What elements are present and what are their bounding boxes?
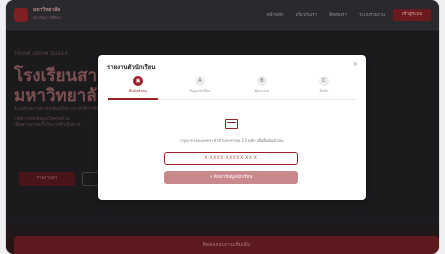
report-modal: รายงานตัวนักเรียน × ▣ ยืนยันตัวตน A ข้อม… bbox=[98, 55, 366, 200]
step-verify-icon: ▣ bbox=[133, 76, 143, 86]
stepper: ▣ ยืนยันตัวตน A ข้อมูลนักเรียน B ผู้ปกคร… bbox=[108, 76, 356, 100]
id-card-icon bbox=[225, 119, 238, 129]
step-guardian-icon: B bbox=[257, 76, 267, 86]
citizen-id-input[interactable]: X-XXXX-XXXXX-XX-X bbox=[164, 152, 298, 165]
close-icon[interactable]: × bbox=[353, 61, 358, 68]
nav-link-about[interactable]: เกี่ยวกับเรา bbox=[296, 11, 318, 18]
footer-contact-bar[interactable]: ติดต่อสอบถามเพิ่มเติม bbox=[14, 236, 439, 254]
hero-description-1: ระบบรายงานตัวนักเรียนใหม่ ประจำปีการศึกษ… bbox=[14, 107, 105, 112]
footer-contact-label: ติดต่อสอบถามเพิ่มเติม bbox=[202, 242, 251, 248]
nav-link-report[interactable]: ระบบรายงาน bbox=[359, 11, 385, 18]
nav-link-home[interactable]: หน้าหลัก bbox=[267, 11, 284, 18]
search-button-label: ค้นหาข้อมูลนักเรียน bbox=[213, 175, 253, 180]
nav-links: หน้าหลัก เกี่ยวกับเรา ติดต่อเรา ระบบรายง… bbox=[267, 11, 385, 18]
step-confirm[interactable]: C ยืนยัน bbox=[294, 76, 354, 94]
step-student-icon: A bbox=[195, 76, 205, 86]
step-student-label: ข้อมูลนักเรียน bbox=[189, 89, 211, 93]
step-verify-label: ยืนยันตัวตน bbox=[129, 89, 147, 93]
step-guardian-label: ผู้ปกครอง bbox=[254, 89, 270, 93]
university-logo-icon[interactable] bbox=[14, 8, 28, 22]
step-guardian[interactable]: B ผู้ปกครอง bbox=[232, 76, 292, 94]
step-verify[interactable]: ▣ ยืนยันตัวตน bbox=[108, 76, 168, 94]
hero-description-3: เพื่อความรวดเร็วในการดำเนินการ bbox=[14, 123, 81, 128]
brand-subtitle: สถาบันการศึกษา bbox=[33, 15, 63, 20]
modal-instruction: กรุณากรอกเลขประจำตัวประชาชน 13 หลัก เพื่… bbox=[180, 138, 284, 143]
login-button[interactable]: เข้าสู่ระบบ bbox=[393, 9, 431, 21]
nav-link-contact[interactable]: ติดต่อเรา bbox=[329, 11, 347, 18]
stepper-progress bbox=[108, 98, 158, 100]
step-confirm-icon: C bbox=[319, 76, 329, 86]
search-student-button[interactable]: ⌕ ค้นหาข้อมูลนักเรียน bbox=[164, 171, 298, 184]
modal-title: รายงานตัวนักเรียน bbox=[107, 64, 156, 71]
top-navbar: มหาวิทยาลัย สถาบันการศึกษา หน้าหลัก เกี่… bbox=[6, 0, 439, 30]
hero-kicker: TRIAM UDOM SUKSA bbox=[14, 52, 69, 57]
step-student-info[interactable]: A ข้อมูลนักเรียน bbox=[170, 76, 230, 94]
brand-name[interactable]: มหาวิทยาลัย bbox=[33, 7, 60, 13]
step-confirm-label: ยืนยัน bbox=[319, 89, 329, 93]
hero-report-button[interactable]: รายงานตัว bbox=[19, 172, 75, 186]
